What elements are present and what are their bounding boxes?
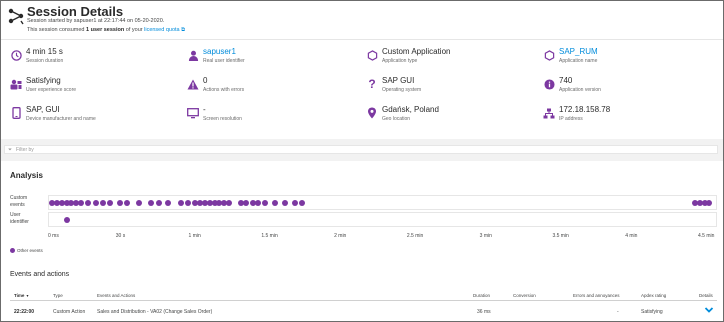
custom-event-dot[interactable] xyxy=(85,200,92,206)
monitor-icon xyxy=(187,107,199,119)
user-identifier-track[interactable] xyxy=(48,212,717,227)
axis-tick-label: 30 s xyxy=(115,233,126,239)
analysis-title: Analysis xyxy=(10,171,43,180)
expand-details-chevron-icon[interactable] xyxy=(704,306,714,314)
column-duration[interactable]: Duration xyxy=(473,293,490,298)
clock-icon xyxy=(10,49,22,61)
session-icon xyxy=(8,8,24,25)
page-header: Session Details Session started by sapus… xyxy=(1,1,723,39)
axis-tick-label: 4 min xyxy=(625,233,638,239)
custom-event-dot[interactable] xyxy=(99,200,106,206)
filter-placeholder: Filter by xyxy=(16,147,34,153)
custom-event-dot[interactable] xyxy=(78,200,85,206)
events-section-title: Events and actions xyxy=(10,271,70,278)
custom-event-dot[interactable] xyxy=(706,200,713,206)
axis-tick-label: 2 min xyxy=(334,233,347,239)
info-real-user-identifier: sapuser1 Real user identifier xyxy=(187,47,367,71)
session-started-text: Session started by sapuser1 at 22:17:44 … xyxy=(27,18,165,24)
sort-desc-icon: ▼ xyxy=(25,294,30,298)
page-title: Session Details xyxy=(27,4,124,19)
custom-event-dot[interactable] xyxy=(136,200,143,206)
mobile-device-icon xyxy=(10,107,22,119)
custom-event-dot[interactable] xyxy=(226,200,233,206)
info-device: SAP, GUI Device manufacturer and name xyxy=(10,105,190,129)
custom-events-label: Custom events xyxy=(10,195,28,208)
info-geo-location: Gdańsk, Poland Geo location xyxy=(366,105,546,129)
column-type[interactable]: Type xyxy=(53,293,63,298)
session-details-page: Session Details Session started by sapus… xyxy=(0,0,724,322)
info-application-version: 740 Application version xyxy=(543,76,723,100)
custom-event-dot[interactable] xyxy=(155,200,162,206)
info-icon xyxy=(543,78,555,90)
column-time[interactable]: Time ▼ xyxy=(14,293,29,298)
application-name-link[interactable]: SAP_RUM xyxy=(559,47,598,56)
user-icon xyxy=(187,49,199,61)
row-errors: - xyxy=(617,309,619,315)
info-application-name: SAP_RUM Application name xyxy=(543,47,723,71)
axis-tick-label: 1 min xyxy=(188,233,201,239)
custom-event-dot[interactable] xyxy=(148,200,155,206)
custom-event-dot[interactable] xyxy=(281,200,288,206)
external-link-icon[interactable]: ⧉ xyxy=(181,27,185,33)
custom-event-dot[interactable] xyxy=(255,200,262,206)
table-header-divider xyxy=(10,300,717,301)
question-icon: ? xyxy=(368,77,376,91)
axis-tick-label: 3 min xyxy=(479,233,492,239)
custom-event-dot[interactable] xyxy=(124,200,131,206)
licensed-quota-link[interactable]: licensed quota xyxy=(144,27,179,33)
filter-icon: ⏷ xyxy=(8,147,13,153)
info-user-experience-score: Satisfying User experience score xyxy=(10,76,190,100)
custom-events-track[interactable] xyxy=(48,195,717,210)
row-type: Custom Action xyxy=(53,309,86,315)
custom-event-dot[interactable] xyxy=(116,200,123,206)
custom-event-dot[interactable] xyxy=(262,200,269,206)
location-pin-icon xyxy=(366,107,378,119)
custom-event-dot[interactable] xyxy=(298,200,305,206)
custom-event-dot[interactable] xyxy=(184,200,191,206)
custom-event-dot[interactable] xyxy=(291,200,298,206)
session-quota-text: This session consumed 1 user session of … xyxy=(27,27,186,33)
column-errors-and-annoyances[interactable]: Errors and annoyances xyxy=(573,293,620,298)
network-icon xyxy=(543,107,555,119)
column-conversion[interactable]: Conversion xyxy=(513,293,536,298)
column-details: Details xyxy=(699,293,713,298)
info-actions-with-errors: 0 Actions with errors xyxy=(187,76,367,100)
legend-other-events: Other events xyxy=(10,248,43,254)
info-ip-address: 172.18.158.78 IP address xyxy=(543,105,723,129)
user-identifier-dot[interactable] xyxy=(63,217,70,223)
row-apdex: Satisfying xyxy=(641,309,663,315)
hexagon-icon xyxy=(543,49,555,61)
info-application-type: Custom Application Application type xyxy=(366,47,546,71)
filter-bar: ⏷ Filter by xyxy=(1,139,723,161)
row-duration: 36 ms xyxy=(477,309,491,315)
custom-event-dot[interactable] xyxy=(165,200,172,206)
custom-event-dot[interactable] xyxy=(243,200,250,206)
axis-tick-label: 2.5 min xyxy=(406,233,424,239)
column-events-and-actions[interactable]: Events and Actions xyxy=(97,293,135,298)
column-apdex-rating[interactable]: Apdex rating xyxy=(641,293,666,298)
info-operating-system: ? SAP GUI Operating system xyxy=(366,76,546,100)
warning-icon xyxy=(187,78,199,90)
hexagon-icon xyxy=(366,49,378,61)
real-user-link[interactable]: sapuser1 xyxy=(203,47,236,56)
custom-event-dot[interactable] xyxy=(92,200,99,206)
custom-event-dot[interactable] xyxy=(107,200,114,206)
info-session-duration: 4 min 15 s Session duration xyxy=(10,47,190,71)
experience-score-icon xyxy=(10,78,22,90)
axis-tick-label: 3.5 min xyxy=(552,233,569,239)
axis-tick-label: 4.5 min xyxy=(698,233,715,239)
custom-event-dot[interactable] xyxy=(272,200,279,206)
custom-event-dot[interactable] xyxy=(177,200,184,206)
user-identifier-label: User identifier xyxy=(10,212,29,225)
info-screen-resolution: - Screen resolution xyxy=(187,105,367,129)
header-divider xyxy=(1,39,723,40)
row-event-name[interactable]: Sales and Distribution - VA02 (Change Sa… xyxy=(97,309,212,315)
row-time: 22:22:00 xyxy=(14,309,35,315)
axis-tick-label: 1.5 min xyxy=(261,233,278,239)
filter-input[interactable]: ⏷ Filter by xyxy=(4,145,718,154)
legend-dot xyxy=(10,248,15,254)
axis-tick-label: 0 ms xyxy=(48,233,59,239)
